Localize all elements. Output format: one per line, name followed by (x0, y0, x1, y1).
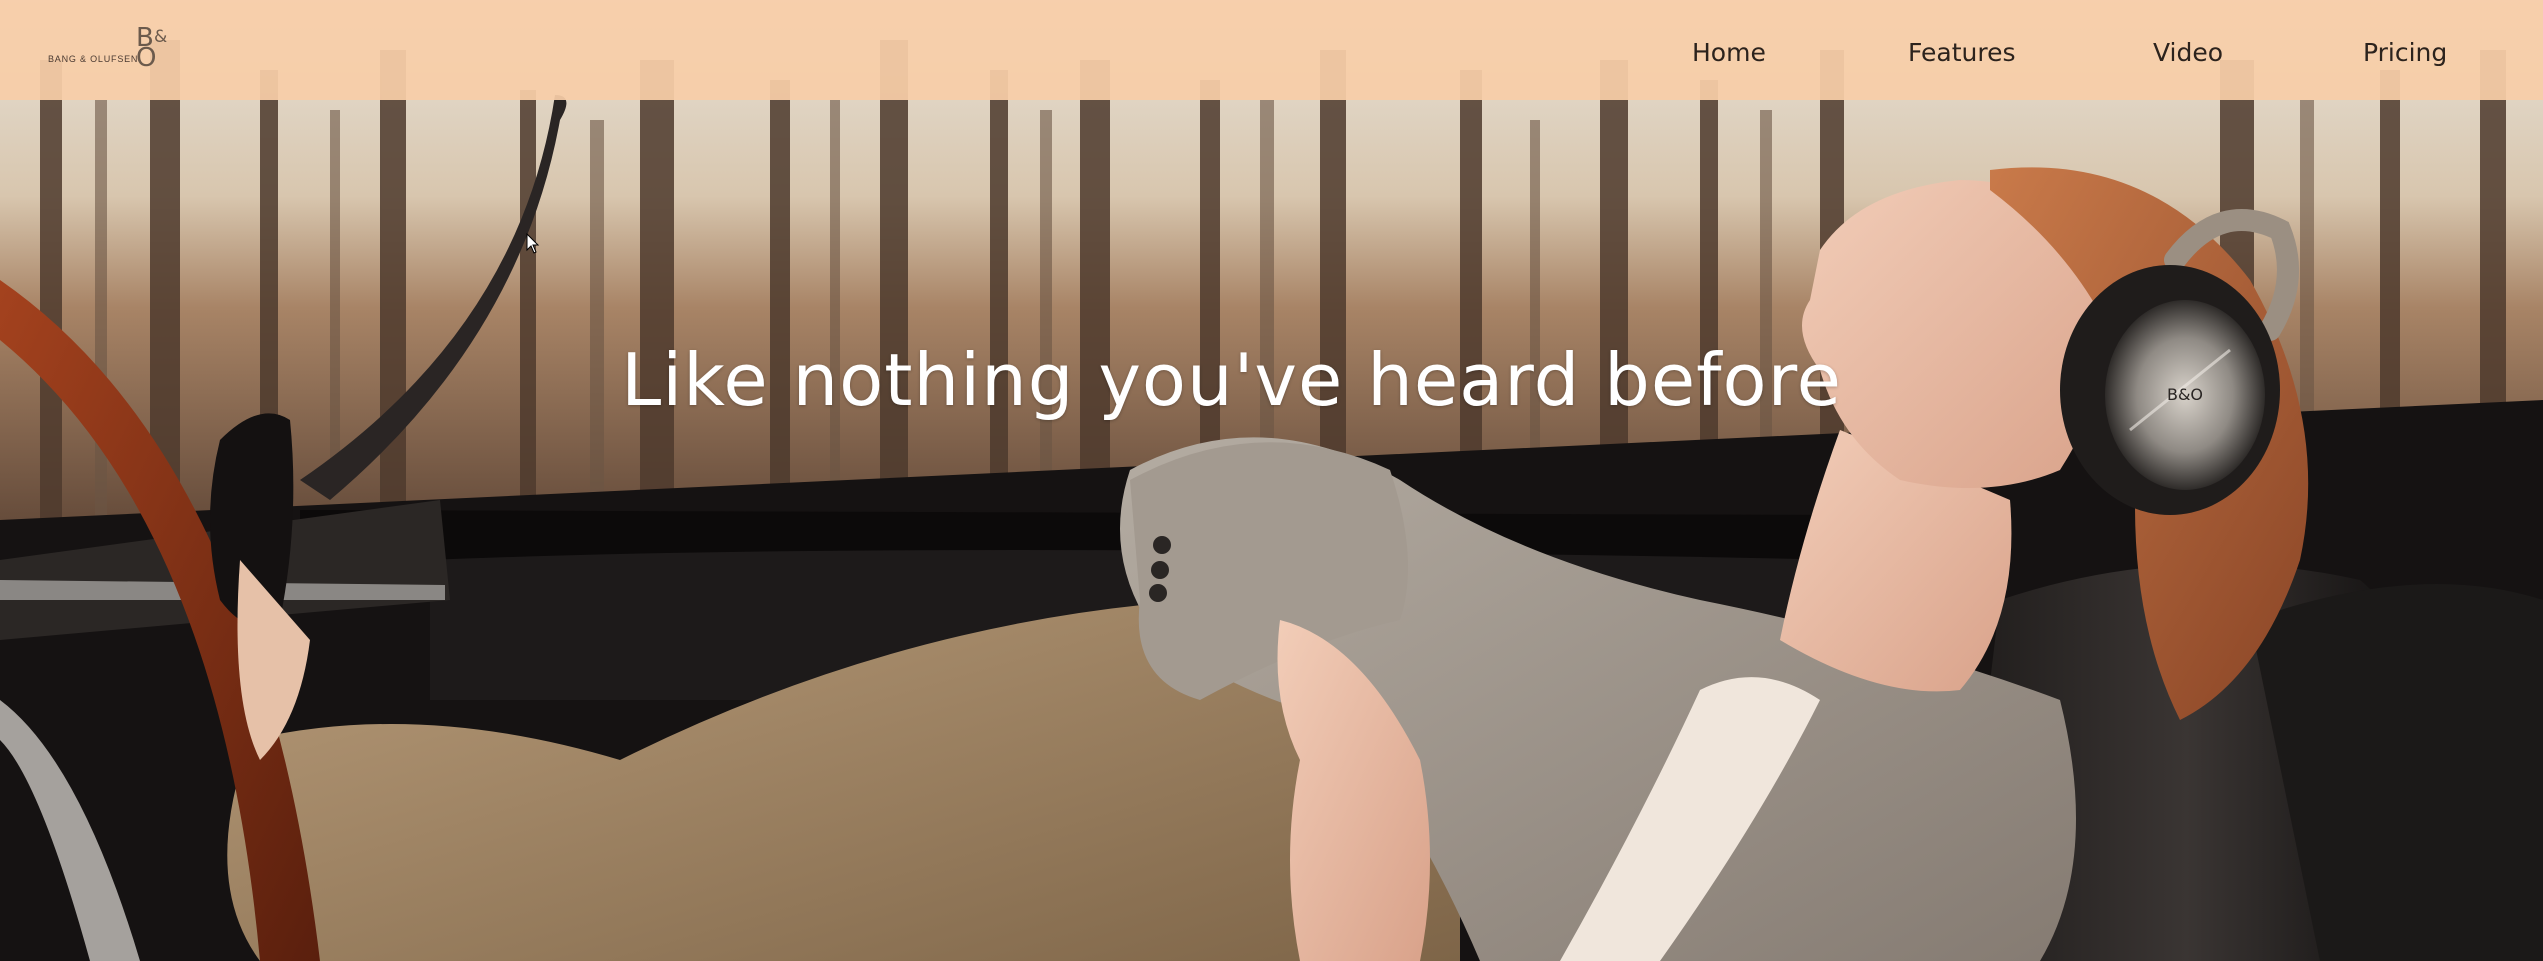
svg-text:O: O (136, 43, 156, 68)
mouse-cursor-icon (526, 233, 540, 254)
hero-illustration: B&O (0, 0, 2543, 961)
nav-home[interactable]: Home (1692, 38, 1766, 67)
nav-pricing[interactable]: Pricing (2363, 38, 2447, 67)
hero-headline: Like nothing you've heard before (621, 338, 1842, 422)
brand-logo[interactable]: BANG & OLUFSEN B & O (48, 22, 188, 72)
nav-features[interactable]: Features (1908, 38, 2016, 67)
hero-image: B&O (0, 0, 2543, 961)
main-nav: Home Features Video Pricing (1543, 0, 2543, 100)
landing-page: B&O BANG & OLUFSEN B & O Home Features V… (0, 0, 2543, 961)
bang-olufsen-logo-icon: B & O (136, 23, 167, 68)
brand-name: BANG & OLUFSEN (48, 54, 139, 64)
nav-video[interactable]: Video (2153, 38, 2223, 67)
header-bar: BANG & OLUFSEN B & O Home Features Video… (0, 0, 2543, 100)
